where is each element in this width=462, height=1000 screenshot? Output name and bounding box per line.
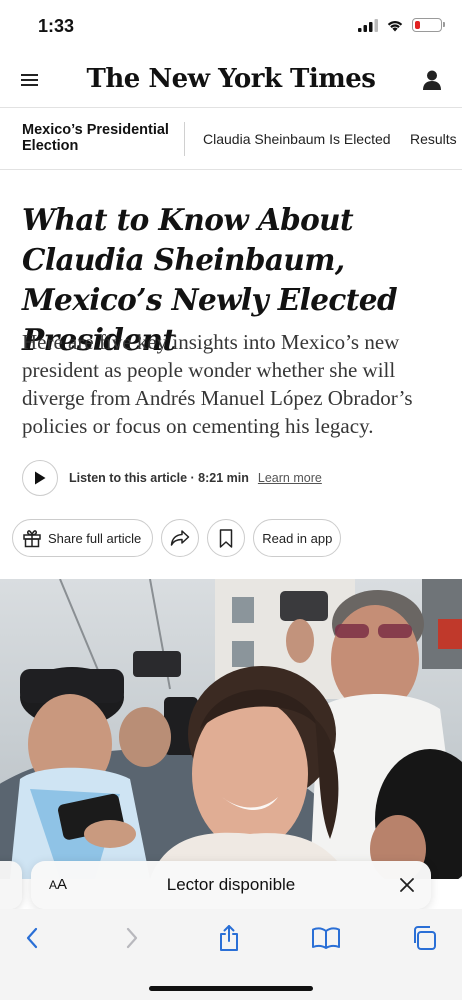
wifi-icon (387, 20, 403, 31)
listen-row: Listen to this article · 8:21 min Learn … (22, 460, 322, 496)
learn-more-link[interactable]: Learn more (258, 471, 322, 485)
user-account-icon[interactable] (420, 68, 444, 92)
tabs-button[interactable] (409, 923, 439, 953)
read-in-app-button[interactable]: Read in app (253, 519, 342, 557)
article-photo (0, 579, 462, 879)
share-icon (220, 925, 238, 951)
masthead-logo[interactable]: The New York Times (0, 64, 462, 94)
share-full-article-button[interactable]: Share full article (12, 519, 154, 557)
home-indicator (149, 986, 313, 991)
reader-side-tab[interactable] (0, 861, 22, 909)
read-in-app-label: Read in app (262, 530, 333, 546)
share-full-article-label: Share full article (48, 530, 142, 546)
browser-toolbar (0, 909, 462, 1000)
forward-icon (126, 927, 138, 949)
forward-button[interactable] (117, 923, 147, 953)
play-audio-button[interactable] (22, 460, 58, 496)
nav-link-results[interactable]: Results (410, 131, 457, 147)
bookmark-icon (219, 528, 233, 548)
signal-icon (358, 18, 378, 32)
article-photo-illustration (0, 579, 462, 879)
listen-label[interactable]: Listen to this article · 8:21 min (69, 471, 249, 485)
nav-link-sheinbaum-elected[interactable]: Claudia Sheinbaum Is Elected (203, 131, 391, 147)
play-icon (35, 471, 46, 485)
share-page-button[interactable] (214, 923, 244, 953)
section-nav: Mexico’s Presidential Election Claudia S… (0, 108, 462, 170)
tabs-icon (414, 926, 436, 950)
bookmarks-icon (312, 927, 340, 949)
back-icon (26, 927, 38, 949)
battery-level (414, 20, 420, 29)
back-button[interactable] (17, 923, 47, 953)
article-summary: Here are five key insights into Mexico’s… (22, 330, 413, 438)
share-button[interactable] (161, 519, 200, 557)
reader-available-bar[interactable]: AA Lector disponible (31, 861, 431, 909)
battery-icon (412, 18, 445, 32)
status-time: 1:33 (38, 16, 75, 36)
section-title[interactable]: Mexico’s Presidential Election (22, 122, 182, 154)
gift-icon (23, 530, 41, 548)
share-arrow-icon (170, 530, 190, 546)
nav-divider (184, 122, 185, 156)
reader-available-label[interactable]: Lector disponible (31, 875, 431, 895)
status-bar: 1:33 (0, 0, 462, 52)
close-icon[interactable] (399, 877, 415, 893)
share-row: Share full article Read in app (12, 519, 342, 557)
status-icons (358, 18, 445, 32)
save-button[interactable] (207, 519, 246, 557)
site-header: The New York Times (0, 52, 462, 108)
bookmarks-button[interactable] (311, 923, 341, 953)
